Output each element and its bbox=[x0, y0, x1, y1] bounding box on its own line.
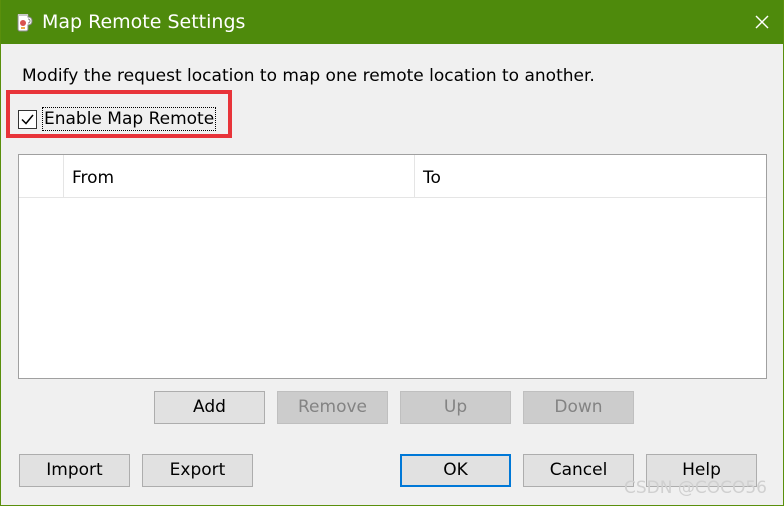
close-button[interactable] bbox=[739, 0, 783, 44]
add-button[interactable]: Add bbox=[154, 391, 265, 424]
watermark-text: CSDN @COCO56 bbox=[623, 478, 767, 498]
import-button[interactable]: Import bbox=[19, 454, 130, 487]
close-icon bbox=[755, 15, 769, 29]
mapping-table[interactable]: From To bbox=[18, 154, 767, 379]
remove-button[interactable]: Remove bbox=[277, 391, 388, 424]
enable-map-remote-label[interactable]: Enable Map Remote bbox=[42, 107, 217, 131]
map-remote-settings-dialog: Map Remote Settings Modify the request l… bbox=[0, 0, 784, 506]
column-header-to[interactable]: To bbox=[423, 167, 441, 189]
column-separator[interactable] bbox=[63, 155, 64, 197]
window-title: Map Remote Settings bbox=[42, 11, 246, 33]
column-header-from[interactable]: From bbox=[72, 167, 114, 189]
column-separator[interactable] bbox=[414, 155, 415, 197]
table-header: From To bbox=[19, 155, 766, 198]
charles-jug-icon bbox=[13, 11, 35, 33]
checkmark-icon bbox=[21, 114, 34, 125]
cancel-button[interactable]: Cancel bbox=[523, 454, 634, 487]
enable-map-remote-checkbox-row[interactable]: Enable Map Remote bbox=[18, 105, 217, 133]
ok-button[interactable]: OK bbox=[400, 454, 511, 487]
description-text: Modify the request location to map one r… bbox=[22, 66, 595, 86]
export-button[interactable]: Export bbox=[142, 454, 253, 487]
title-bar[interactable]: Map Remote Settings bbox=[1, 0, 783, 44]
up-button[interactable]: Up bbox=[400, 391, 511, 424]
down-button[interactable]: Down bbox=[523, 391, 634, 424]
enable-map-remote-checkbox[interactable] bbox=[18, 109, 37, 129]
